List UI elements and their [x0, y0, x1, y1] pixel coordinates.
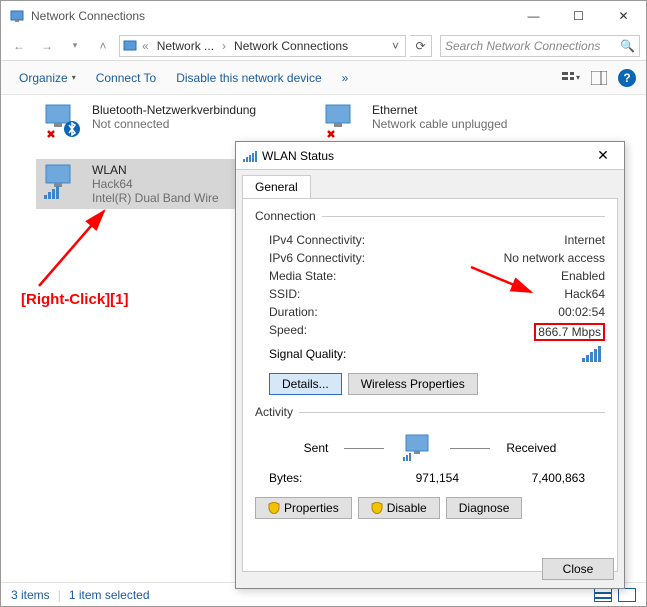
ethernet-icon — [322, 103, 362, 139]
signal-icon — [242, 149, 258, 163]
signal-quality-label: Signal Quality: — [269, 347, 581, 361]
disable-button[interactable]: Disable — [358, 497, 440, 519]
help-icon[interactable]: ? — [618, 69, 636, 87]
breadcrumb-seg[interactable]: Network ... — [153, 39, 218, 53]
refresh-button[interactable]: ⟳ — [410, 35, 432, 57]
tab-general[interactable]: General — [242, 175, 311, 199]
connection-name: WLAN — [92, 163, 219, 177]
sent-label: Sent — [304, 441, 329, 455]
duration-value: 00:02:54 — [558, 305, 605, 319]
connection-status: Network cable unplugged — [372, 117, 507, 131]
bytes-sent-value: 971,154 — [329, 471, 459, 485]
wireless-properties-button[interactable]: Wireless Properties — [348, 373, 478, 395]
ipv6-value: No network access — [504, 251, 605, 265]
back-button[interactable]: ← — [7, 34, 31, 58]
ipv6-label: IPv6 Connectivity: — [269, 251, 365, 265]
connection-section-label: Connection — [255, 209, 316, 223]
connection-bluetooth[interactable]: Bluetooth-Netzwerkverbindung Not connect… — [36, 99, 286, 143]
selected-count: 1 item selected — [69, 588, 150, 602]
close-button[interactable]: ✕ — [601, 1, 646, 31]
location-icon — [122, 38, 138, 54]
toolbar: Organize▾ Connect To Disable this networ… — [1, 61, 646, 95]
details-button[interactable]: Details... — [269, 373, 342, 395]
activity-icon — [400, 433, 434, 463]
breadcrumb-seg[interactable]: Network Connections — [230, 39, 352, 53]
up-button[interactable]: ˄ — [91, 34, 115, 58]
window-title: Network Connections — [31, 9, 511, 23]
maximize-button[interactable]: ☐ — [556, 1, 601, 31]
media-state-value: Enabled — [561, 269, 605, 283]
wlan-status-dialog: WLAN Status ✕ General Connection IPv4 Co… — [235, 141, 625, 589]
ssid-label: SSID: — [269, 287, 300, 301]
minimize-button[interactable]: — — [511, 1, 556, 31]
bytes-received-value: 7,400,863 — [499, 471, 605, 485]
connection-ethernet[interactable]: Ethernet Network cable unplugged — [316, 99, 566, 143]
connection-name: Ethernet — [372, 103, 507, 117]
speed-label: Speed: — [269, 323, 307, 341]
disable-device-button[interactable]: Disable this network device — [168, 67, 329, 89]
signal-bars-icon — [581, 345, 605, 363]
ssid-value: Hack64 — [564, 287, 605, 301]
app-icon — [9, 8, 25, 24]
search-icon: 🔍 — [620, 39, 635, 53]
connection-ssid: Hack64 — [92, 177, 219, 191]
tab-panel-general: Connection IPv4 Connectivity: Internet IP… — [242, 198, 618, 572]
preview-pane-icon[interactable] — [590, 69, 608, 87]
bluetooth-icon — [42, 103, 82, 139]
connection-adapter: Intel(R) Dual Band Wire — [92, 191, 219, 205]
wlan-icon — [42, 163, 82, 199]
ipv4-value: Internet — [564, 233, 605, 247]
details-view-icon[interactable] — [594, 588, 612, 602]
activity-section-label: Activity — [255, 405, 293, 419]
forward-button[interactable]: → — [35, 34, 59, 58]
received-label: Received — [506, 441, 556, 455]
large-icons-view-icon[interactable] — [618, 588, 636, 602]
address-box[interactable]: « Network ... › Network Connections ˅ — [119, 35, 406, 57]
recent-dropdown[interactable]: ▾ — [63, 34, 87, 58]
chevron-down-icon[interactable]: ˅ — [388, 39, 403, 53]
organize-menu[interactable]: Organize▾ — [11, 67, 84, 89]
speed-value: 866.7 Mbps — [534, 323, 605, 341]
chevron-right-icon: › — [220, 39, 228, 53]
item-count: 3 items — [11, 588, 50, 602]
more-commands[interactable]: » — [334, 67, 357, 89]
chevron-left-icon: « — [140, 39, 151, 53]
duration-label: Duration: — [269, 305, 318, 319]
shield-icon — [371, 502, 383, 514]
connect-to-button[interactable]: Connect To — [88, 67, 165, 89]
window-controls: — ☐ ✕ — [511, 1, 646, 31]
titlebar: Network Connections — ☐ ✕ — [1, 1, 646, 31]
properties-button[interactable]: Properties — [255, 497, 352, 519]
connection-status: Not connected — [92, 117, 256, 131]
view-options-icon[interactable]: ▾ — [562, 69, 580, 87]
close-button[interactable]: Close — [542, 558, 614, 580]
shield-icon — [268, 502, 280, 514]
address-bar: ← → ▾ ˄ « Network ... › Network Connecti… — [1, 31, 646, 61]
dialog-title: WLAN Status — [262, 149, 588, 163]
dialog-titlebar[interactable]: WLAN Status ✕ — [236, 142, 624, 170]
media-state-label: Media State: — [269, 269, 336, 283]
ipv4-label: IPv4 Connectivity: — [269, 233, 365, 247]
bytes-label: Bytes: — [269, 471, 329, 485]
dialog-close-button[interactable]: ✕ — [588, 147, 618, 164]
connection-name: Bluetooth-Netzwerkverbindung — [92, 103, 256, 117]
search-placeholder: Search Network Connections — [445, 39, 620, 53]
tab-strip: General — [236, 170, 624, 198]
divider: | — [58, 588, 61, 602]
diagnose-button[interactable]: Diagnose — [446, 497, 523, 519]
search-input[interactable]: Search Network Connections 🔍 — [440, 35, 640, 57]
